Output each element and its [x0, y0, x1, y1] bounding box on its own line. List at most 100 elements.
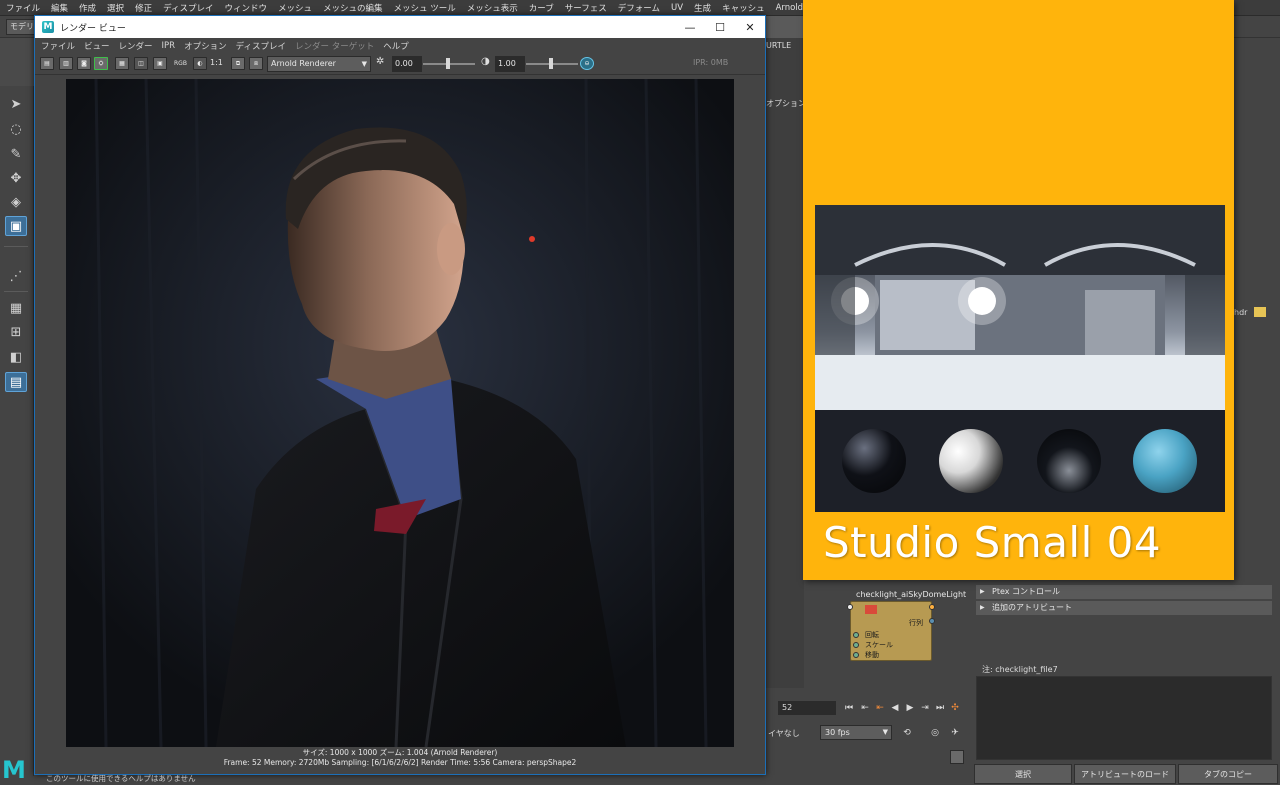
rv-menu-ipr[interactable]: IPR — [162, 41, 176, 51]
node-input-port[interactable] — [853, 632, 859, 638]
rv-menu-file[interactable]: ファイル — [41, 40, 75, 52]
keep-image-icon[interactable]: ⧉ — [231, 57, 245, 70]
maya-menu-item[interactable]: メッシュ — [278, 2, 312, 14]
auto-key-icon[interactable]: ✣ — [948, 701, 962, 715]
maya-menu-item[interactable]: Arnold — [776, 3, 804, 13]
expand-arrow-icon: ▶ — [980, 588, 985, 595]
ipr-refresh-icon[interactable]: ▦ — [115, 57, 129, 70]
maya-menu-item[interactable]: 修正 — [135, 2, 152, 14]
node-input-port[interactable] — [847, 604, 853, 610]
outliner-layout-icon[interactable]: ▤ — [5, 372, 27, 392]
snapshot-icon[interactable]: ◙ — [77, 57, 91, 70]
maya-menu-item[interactable]: デフォーム — [618, 2, 660, 14]
node-output-port[interactable] — [929, 604, 935, 610]
skydome-node[interactable]: 行列 回転 スケール 移動 — [847, 601, 935, 661]
maya-menu-item[interactable]: 作成 — [79, 2, 96, 14]
ae-section-label: 追加のアトリビュート — [992, 603, 1072, 612]
ae-section-ptex[interactable]: ▶ Ptex コントロール — [976, 585, 1272, 599]
step-forward-frame-icon[interactable]: ⇥ — [918, 701, 932, 715]
node-output-port[interactable] — [929, 618, 935, 624]
scale-tool-icon[interactable]: ▣ — [5, 216, 27, 236]
gamma-slider-handle[interactable] — [549, 58, 553, 69]
rendered-image[interactable] — [66, 79, 734, 747]
node-header — [851, 604, 931, 613]
fps-select[interactable]: 30 fps ▼ — [820, 725, 892, 740]
go-to-end-icon[interactable]: ⏭ — [933, 701, 947, 715]
single-perspective-layout-icon[interactable]: ▦ — [5, 298, 27, 318]
turtle-tab[interactable]: URTLE — [766, 41, 791, 50]
gamma-field[interactable]: 1.00 — [495, 56, 525, 72]
exposure-slider-handle[interactable] — [446, 58, 450, 69]
notes-field[interactable] — [976, 676, 1272, 760]
ae-section-extra[interactable]: ▶ 追加のアトリビュート — [976, 601, 1272, 615]
go-to-start-icon[interactable]: ⏮ — [842, 701, 856, 715]
rv-menu-help[interactable]: ヘルプ — [383, 40, 409, 52]
render-view-titlebar[interactable]: M レンダー ビュー — ☐ ✕ — [35, 16, 765, 38]
maximize-button[interactable]: ☐ — [705, 16, 735, 38]
folder-icon[interactable] — [1254, 307, 1266, 317]
preferences-run-icon[interactable]: ✈ — [948, 726, 962, 740]
rv-menu-render[interactable]: レンダー — [119, 40, 153, 52]
rendered-portrait — [66, 79, 734, 747]
loop-icon[interactable]: ⟲ — [900, 726, 914, 740]
rotate-tool-icon[interactable]: ◈ — [5, 192, 27, 212]
maya-menu-item[interactable]: キャッシュ — [722, 2, 765, 14]
script-editor-icon[interactable] — [950, 750, 964, 764]
minimize-button[interactable]: — — [675, 16, 705, 38]
rv-menu-view[interactable]: ビュー — [84, 40, 110, 52]
soft-select-tool-icon[interactable]: ⋰ — [5, 266, 27, 286]
step-back-key-icon[interactable]: ⇤ — [858, 701, 872, 715]
expand-arrow-icon: ▶ — [980, 604, 985, 611]
two-panes-layout-icon[interactable]: ◧ — [5, 347, 27, 367]
maya-menu-item[interactable]: 編集 — [51, 2, 68, 14]
renderer-select[interactable]: Arnold Renderer ▼ — [267, 56, 371, 72]
maya-menu-item[interactable]: ファイル — [6, 2, 40, 14]
play-backward-icon[interactable]: ◀ — [888, 701, 902, 715]
load-attributes-button[interactable]: アトリビュートのロード — [1074, 764, 1176, 784]
current-frame-field[interactable]: 52 — [778, 701, 836, 715]
maya-menu-item[interactable]: メッシュ ツール — [394, 2, 456, 14]
window-title: レンダー ビュー — [60, 23, 126, 34]
select-button[interactable]: 選択 — [974, 764, 1072, 784]
node-attr-translate: 移動 — [865, 651, 879, 659]
render-region-icon[interactable]: ⛭ — [94, 57, 108, 70]
node-input-port[interactable] — [853, 652, 859, 658]
paint-select-tool-icon[interactable]: ✎ — [5, 144, 27, 164]
lasso-tool-icon[interactable]: ◌ — [5, 119, 27, 139]
step-back-frame-icon[interactable]: ⇤ — [873, 701, 887, 715]
copy-tab-button[interactable]: タブのコピー — [1178, 764, 1278, 784]
maya-menu-item[interactable]: 選択 — [107, 2, 124, 14]
play-forward-icon[interactable]: ▶ — [903, 701, 917, 715]
workspace-selector[interactable] — [766, 16, 806, 38]
maya-menu-item[interactable]: 生成 — [694, 2, 711, 14]
maya-menu-item[interactable]: メッシュの編集 — [323, 2, 383, 14]
cache-playback-icon[interactable]: ◎ — [928, 726, 942, 740]
node-input-port[interactable] — [853, 642, 859, 648]
maya-menu-item[interactable]: UV — [671, 3, 683, 13]
maya-menu-item[interactable]: ディスプレイ — [163, 2, 213, 14]
rgb-channel-label[interactable]: RGB — [174, 60, 187, 67]
toolbox-divider — [4, 291, 28, 292]
maya-menu-item[interactable]: メッシュ表示 — [467, 2, 518, 14]
remove-image-icon[interactable]: ⧈ — [249, 57, 263, 70]
maya-menu-item[interactable]: ウィンドウ — [224, 2, 267, 14]
maya-menu-item[interactable]: サーフェス — [565, 2, 607, 14]
rv-menu-options[interactable]: オプション — [184, 40, 227, 52]
rv-menu-display[interactable]: ディスプレイ — [236, 40, 286, 52]
alpha-channel-icon[interactable]: ◐ — [193, 57, 207, 70]
four-view-layout-icon[interactable]: ⊞ — [5, 322, 27, 342]
render-settings-icon[interactable]: ▣ — [153, 57, 167, 70]
stop-render-icon[interactable]: ◫ — [134, 57, 148, 70]
menu-set-select[interactable]: モデリング — [6, 19, 36, 35]
redo-render-icon[interactable]: ▤ — [40, 57, 54, 70]
move-tool-icon[interactable]: ✥ — [5, 168, 27, 188]
real-size-label[interactable]: 1:1 — [210, 58, 223, 67]
select-tool-icon[interactable]: ➤ — [5, 94, 27, 114]
exposure-field[interactable]: 0.00 — [392, 56, 422, 72]
options-menu[interactable]: オプション — [766, 98, 806, 109]
view-transform-icon[interactable]: ⊖ — [580, 57, 594, 70]
rv-menu-render-target[interactable]: レンダー ターゲット — [295, 40, 374, 52]
ipr-render-icon[interactable]: ▥ — [59, 57, 73, 70]
close-button[interactable]: ✕ — [735, 16, 765, 38]
maya-menu-item[interactable]: カーブ — [529, 2, 554, 14]
